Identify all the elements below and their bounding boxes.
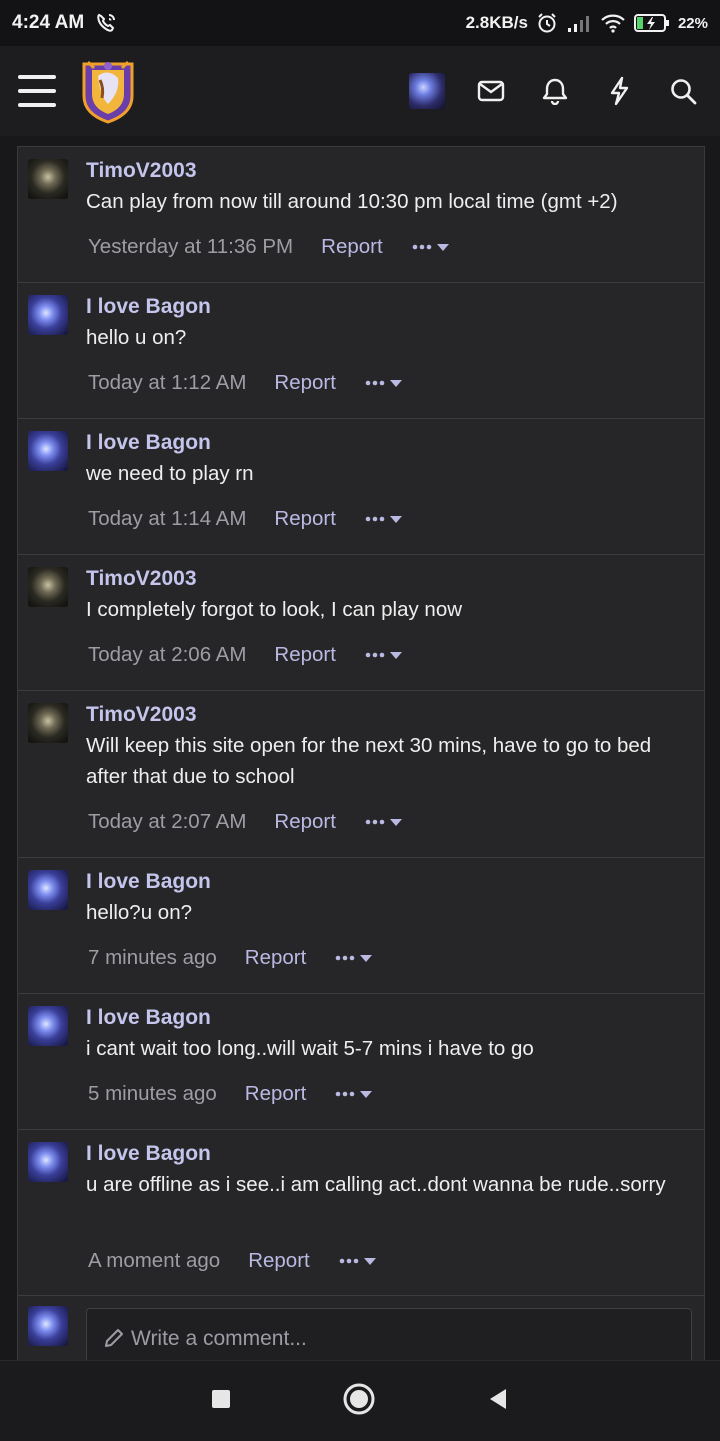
- pencil-icon: [103, 1327, 125, 1355]
- bolt-icon[interactable]: [600, 72, 638, 110]
- report-link[interactable]: Report: [245, 1082, 307, 1106]
- comment-item: I love Bagon we need to play rn Today at…: [18, 419, 704, 555]
- home-button[interactable]: [342, 1382, 376, 1421]
- comment-timestamp[interactable]: Today at 1:14 AM: [88, 507, 246, 531]
- bell-icon[interactable]: [536, 72, 574, 110]
- comment-author[interactable]: I love Bagon: [86, 292, 690, 322]
- alarm-icon: [536, 12, 558, 34]
- comment-text: hello u on?: [86, 326, 187, 349]
- comment-item: I love Bagon hello?u on? 7 minutes ago R…: [18, 858, 704, 994]
- avatar[interactable]: [28, 295, 68, 335]
- wifi-call-icon: [94, 12, 118, 34]
- comment-author[interactable]: TimoV2003: [86, 700, 690, 730]
- back-button[interactable]: [486, 1386, 510, 1417]
- battery-percent: 22%: [677, 14, 708, 32]
- signal-icon: [566, 13, 592, 33]
- envelope-icon[interactable]: [472, 72, 510, 110]
- report-link[interactable]: Report: [321, 235, 383, 259]
- comment-text: i cant wait too long..will wait 5-7 mins…: [86, 1037, 534, 1060]
- avatar: [28, 1306, 68, 1346]
- comment-author[interactable]: I love Bagon: [86, 1139, 690, 1169]
- comment-text: Can play from now till around 10:30 pm l…: [86, 190, 618, 213]
- more-options-button[interactable]: [338, 1255, 378, 1267]
- report-link[interactable]: Report: [274, 643, 336, 667]
- user-avatar-button[interactable]: [408, 72, 446, 110]
- report-link[interactable]: Report: [248, 1249, 310, 1273]
- comment-timestamp[interactable]: Yesterday at 11:36 PM: [88, 235, 293, 259]
- comment-timestamp[interactable]: 7 minutes ago: [88, 946, 217, 970]
- comment-timestamp[interactable]: Today at 1:12 AM: [88, 371, 246, 395]
- comment-item: TimoV2003 I completely forgot to look, I…: [18, 555, 704, 691]
- comment-item: I love Bagon hello u on? Today at 1:12 A…: [18, 283, 704, 419]
- avatar[interactable]: [28, 1142, 68, 1182]
- comment-timestamp[interactable]: Today at 2:06 AM: [88, 643, 246, 667]
- comment-item: TimoV2003 Will keep this site open for t…: [18, 691, 704, 858]
- comment-text: hello?u on?: [86, 901, 193, 924]
- comment-text: u are offline as i see..i am calling act…: [86, 1173, 666, 1196]
- more-options-button[interactable]: [334, 952, 374, 964]
- report-link[interactable]: Report: [274, 371, 336, 395]
- comment-author[interactable]: I love Bagon: [86, 867, 690, 897]
- comment-item: I love Bagon i cant wait too long..will …: [18, 994, 704, 1130]
- avatar[interactable]: [28, 431, 68, 471]
- status-bar: 4:24 AM 2.8KB/s 22%: [0, 0, 720, 46]
- network-speed: 2.8KB/s: [465, 13, 528, 32]
- more-options-button[interactable]: [411, 241, 451, 253]
- recents-button[interactable]: [210, 1388, 232, 1415]
- report-link[interactable]: Report: [274, 810, 336, 834]
- more-options-button[interactable]: [364, 649, 404, 661]
- comment-author[interactable]: I love Bagon: [86, 1003, 690, 1033]
- comment-text: we need to play rn: [86, 462, 254, 485]
- comment-list: TimoV2003 Can play from now till around …: [17, 146, 705, 1360]
- comment-input[interactable]: Write a comment...: [86, 1308, 692, 1360]
- wifi-icon: [600, 13, 626, 33]
- more-options-button[interactable]: [364, 513, 404, 525]
- avatar[interactable]: [28, 567, 68, 607]
- comment-timestamp[interactable]: 5 minutes ago: [88, 1082, 217, 1106]
- report-link[interactable]: Report: [274, 507, 336, 531]
- search-icon[interactable]: [664, 72, 702, 110]
- avatar[interactable]: [28, 159, 68, 199]
- avatar: [409, 73, 445, 109]
- comment-author[interactable]: I love Bagon: [86, 428, 690, 458]
- hamburger-icon[interactable]: [18, 75, 56, 107]
- comment-composer: Write a comment...: [18, 1296, 704, 1360]
- comment-text: Will keep this site open for the next 30…: [86, 734, 652, 788]
- avatar[interactable]: [28, 703, 68, 743]
- comment-author[interactable]: TimoV2003: [86, 564, 690, 594]
- battery-icon: [633, 13, 670, 33]
- app-header: [0, 46, 720, 136]
- more-options-button[interactable]: [364, 377, 404, 389]
- forum-crest-logo[interactable]: [78, 58, 138, 124]
- comment-timestamp[interactable]: Today at 2:07 AM: [88, 810, 246, 834]
- avatar[interactable]: [28, 870, 68, 910]
- comment-placeholder: Write a comment...: [131, 1327, 307, 1350]
- report-link[interactable]: Report: [245, 946, 307, 970]
- more-options-button[interactable]: [364, 816, 404, 828]
- comment-item: TimoV2003 Can play from now till around …: [18, 147, 704, 283]
- comment-timestamp[interactable]: A moment ago: [88, 1249, 220, 1273]
- comment-item: I love Bagon u are offline as i see..i a…: [18, 1130, 704, 1296]
- comment-text: I completely forgot to look, I can play …: [86, 598, 463, 621]
- system-nav-bar: [0, 1360, 720, 1441]
- more-options-button[interactable]: [334, 1088, 374, 1100]
- comment-author[interactable]: TimoV2003: [86, 156, 690, 186]
- avatar[interactable]: [28, 1006, 68, 1046]
- status-time: 4:24 AM: [12, 12, 85, 33]
